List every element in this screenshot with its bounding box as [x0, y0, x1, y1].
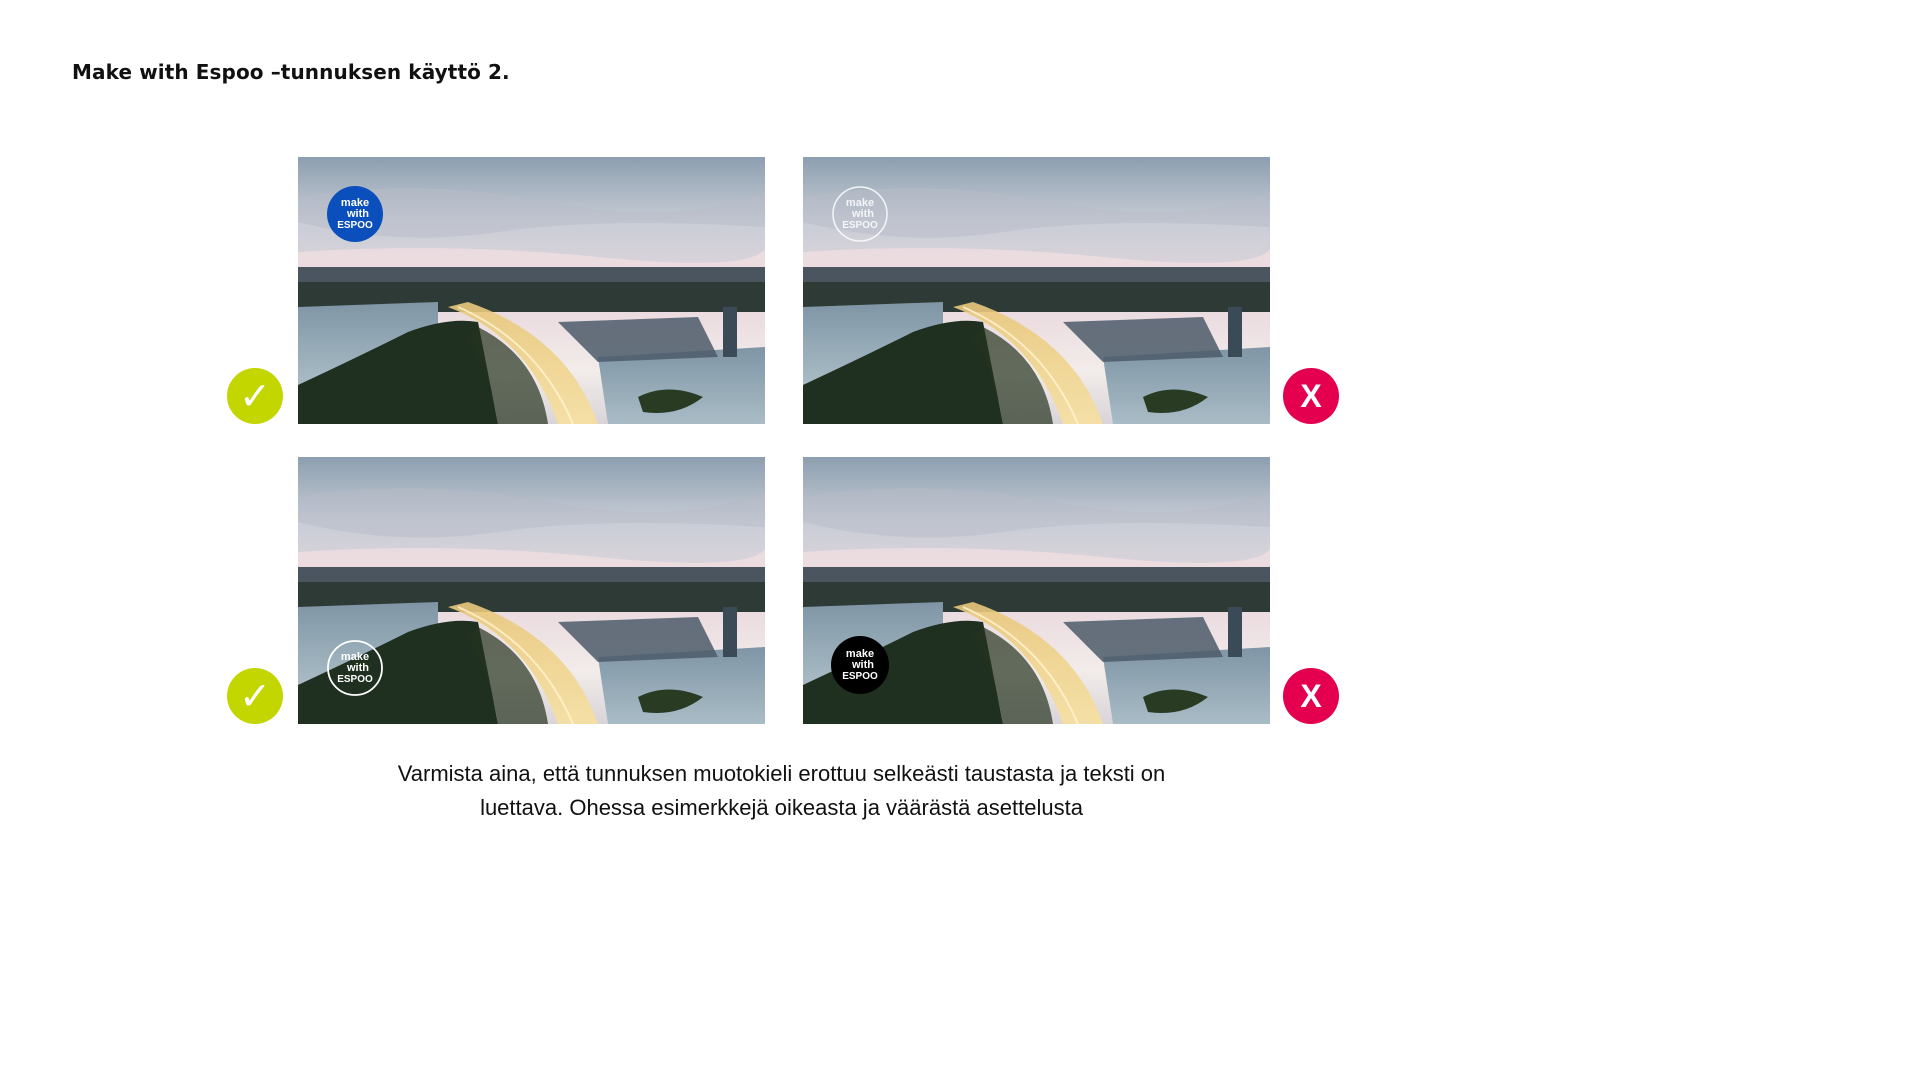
svg-text:ESPOO: ESPOO: [337, 674, 373, 685]
svg-text:with: with: [346, 208, 369, 220]
example-photo-2: make with ESPOO: [803, 157, 1270, 424]
make-with-espoo-logo: make with ESPOO: [831, 636, 889, 694]
svg-text:ESPOO: ESPOO: [337, 220, 373, 231]
page-title: Make with Espoo –tunnuksen käyttö 2.: [72, 60, 510, 84]
svg-text:with: with: [851, 208, 874, 220]
svg-text:ESPOO: ESPOO: [842, 220, 878, 231]
caption-line-1: Varmista aina, että tunnuksen muotokieli…: [397, 761, 1166, 786]
incorrect-x-icon: X: [1283, 668, 1339, 724]
make-with-espoo-logo: make with ESPOO: [327, 186, 383, 242]
svg-text:with: with: [851, 659, 874, 671]
caption-line-2: luettava. Ohessa esimerkkejä oikeasta ja…: [480, 795, 1083, 820]
example-photo-4: make with ESPOO: [803, 457, 1270, 724]
svg-text:with: with: [346, 662, 369, 674]
correct-check-icon: ✓: [227, 668, 283, 724]
correct-check-icon: ✓: [227, 368, 283, 424]
caption: Varmista aina, että tunnuksen muotokieli…: [0, 757, 1563, 825]
example-photo-1: make with ESPOO: [298, 157, 765, 424]
incorrect-x-icon: X: [1283, 368, 1339, 424]
svg-text:ESPOO: ESPOO: [842, 671, 878, 682]
example-photo-3: make with ESPOO: [298, 457, 765, 724]
